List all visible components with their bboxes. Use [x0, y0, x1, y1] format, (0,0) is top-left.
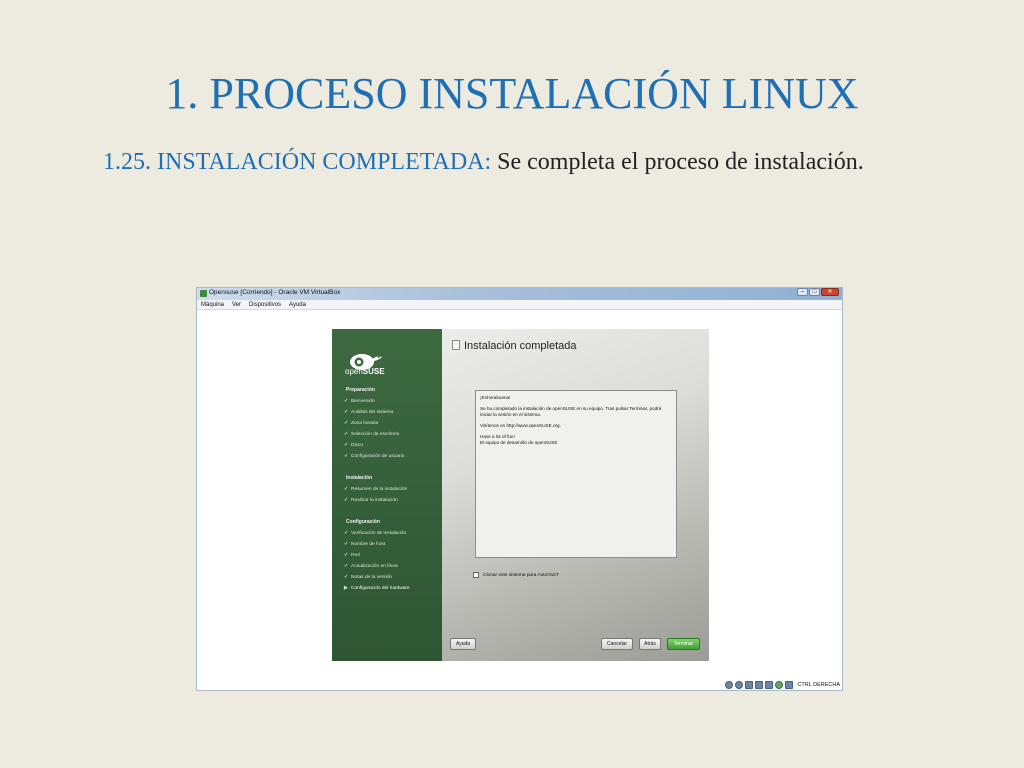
check-icon: ✓ — [344, 531, 349, 536]
section-preparacion: Preparación — [346, 387, 375, 393]
finish-button[interactable]: Terminar — [667, 638, 700, 650]
section-instalacion: Instalación — [346, 475, 373, 481]
sidebar-item: ✓ Configuración de usuario — [344, 454, 405, 459]
document-icon — [452, 340, 460, 350]
check-icon: ✓ — [344, 421, 349, 426]
guest-additions-icon[interactable] — [775, 681, 784, 689]
close-icon[interactable]: ✕ — [821, 288, 839, 296]
hard-disk-icon[interactable] — [725, 681, 734, 689]
window-title: Opensuse [Corriendo] - Oracle VM Virtual… — [209, 289, 341, 296]
completion-message: ¡Enhorabuena! Se ha completado la instal… — [475, 390, 677, 558]
sidebar-item: ✓ Actualización en línea — [344, 564, 398, 569]
check-icon: ✓ — [344, 443, 349, 448]
virtualbox-window: Opensuse [Corriendo] - Oracle VM Virtual… — [196, 287, 843, 691]
slide-subtitle: 1.25. INSTALACIÓN COMPLETADA: Se complet… — [103, 146, 889, 178]
message-line: ¡Enhorabuena! — [480, 395, 511, 400]
opensuse-wordmark: openSUSE — [345, 367, 385, 376]
current-arrow-icon: ▶ — [344, 586, 348, 591]
message-line: El equipo de desarrollo de openSUSE — [480, 440, 558, 445]
check-icon: ✓ — [344, 410, 349, 415]
subtitle-text: Se completa el proceso de instalación. — [497, 149, 864, 175]
clone-autoyast-option[interactable]: Clonar este sistema para AutoYaST — [473, 572, 559, 578]
message-line: Se ha completado la instalación de openS… — [480, 406, 662, 417]
menu-ayuda[interactable]: Ayuda — [289, 300, 306, 309]
check-icon: ✓ — [344, 454, 349, 459]
usb-icon[interactable] — [745, 681, 754, 689]
maximize-icon[interactable]: □ — [809, 288, 820, 296]
optical-drive-icon[interactable] — [735, 681, 744, 689]
sidebar-item: ✓ Zona horaria — [344, 421, 379, 426]
sidebar-item-current: ▶ Configuración del hardware — [344, 586, 410, 591]
menu-ver[interactable]: Ver — [232, 300, 241, 309]
installer-page-title: Instalación completada — [464, 340, 577, 352]
sidebar-item: ✓ Red — [344, 553, 360, 558]
mouse-integration-icon[interactable] — [785, 681, 794, 689]
sidebar-item: ✓ Análisis del sistema — [344, 410, 394, 415]
check-icon: ✓ — [344, 542, 349, 547]
shared-folder-icon[interactable] — [755, 681, 764, 689]
menu-bar: Máquina Ver Dispositivos Ayuda — [197, 300, 842, 310]
window-titlebar: Opensuse [Corriendo] - Oracle VM Virtual… — [197, 288, 842, 300]
check-icon: ✓ — [344, 575, 349, 580]
cancel-button[interactable]: Cancelar — [601, 638, 633, 650]
section-configuracion: Configuración — [346, 519, 380, 525]
vm-screen[interactable]: openSUSE Preparación ✓ Bienvenido ✓ Anális… — [332, 329, 709, 661]
menu-maquina[interactable]: Máquina — [201, 300, 224, 309]
menu-dispositivos[interactable]: Dispositivos — [249, 300, 281, 309]
check-icon: ✓ — [344, 432, 349, 437]
sidebar-item: ✓ Disco — [344, 443, 363, 448]
sidebar-item: ✓ Nombre de host — [344, 542, 386, 547]
installer-sidebar: openSUSE Preparación ✓ Bienvenido ✓ Anális… — [332, 329, 442, 661]
check-icon: ✓ — [344, 498, 349, 503]
check-icon: ✓ — [344, 553, 349, 558]
clone-autoyast-checkbox[interactable] — [473, 572, 479, 578]
vbox-statusbar: CTRL DERECHA — [725, 681, 840, 689]
minimize-icon[interactable]: – — [797, 288, 808, 296]
sidebar-item: ✓ Notas de la versión — [344, 575, 393, 580]
check-icon: ✓ — [344, 399, 349, 404]
host-key-label: CTRL DERECHA — [797, 682, 840, 688]
message-line: Visítenos en http://www.openSUSE.org. — [480, 423, 561, 428]
clone-autoyast-label: Clonar este sistema para AutoYaST — [483, 572, 559, 578]
sidebar-item: ✓ Selección de escritorio — [344, 432, 400, 437]
slide-title: 1. PROCESO INSTALACIÓN LINUX — [165, 69, 859, 118]
sidebar-item: ✓ Realizar la instalación — [344, 498, 398, 503]
sidebar-item: ✓ Bienvenido — [344, 399, 375, 404]
network-icon[interactable] — [765, 681, 774, 689]
subtitle-label: 1.25. INSTALACIÓN COMPLETADA: — [103, 149, 492, 175]
back-button[interactable]: Atrás — [639, 638, 661, 650]
check-icon: ✓ — [344, 487, 349, 492]
check-icon: ✓ — [344, 564, 349, 569]
virtualbox-app-icon — [200, 290, 207, 297]
sidebar-item: ✓ Verificación de instalación — [344, 531, 407, 536]
help-button[interactable]: Ayuda — [450, 638, 476, 650]
sidebar-item: ✓ Resumen de la instalación — [344, 487, 408, 492]
installer-main: Instalación completada ¡Enhorabuena! Se … — [442, 329, 709, 661]
